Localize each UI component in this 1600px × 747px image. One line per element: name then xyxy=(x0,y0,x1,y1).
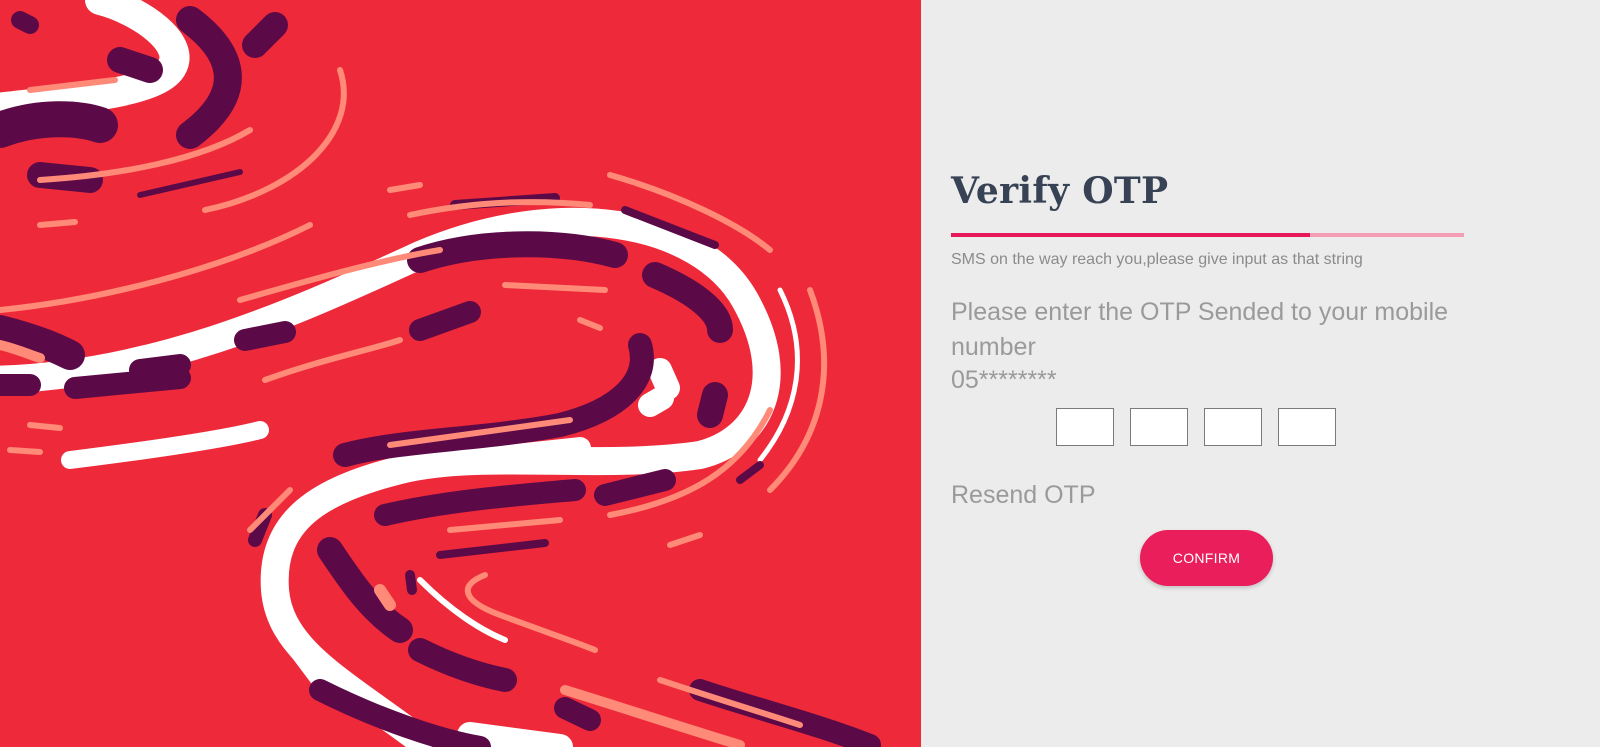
page-title: Verify OTP xyxy=(951,170,1169,212)
wave-stroke-dark xyxy=(317,537,413,643)
otp-digit-2-input[interactable] xyxy=(1130,408,1188,446)
otp-input-group xyxy=(1056,408,1336,446)
otp-digit-1-input[interactable] xyxy=(1056,408,1114,446)
otp-instruction-text: Please enter the OTP Sended to your mobi… xyxy=(951,298,1449,361)
wave-stroke-salmon xyxy=(0,222,313,313)
decorative-hero-panel xyxy=(0,0,921,747)
wave-stroke-dark xyxy=(333,333,654,467)
wave-ribbon-white xyxy=(61,421,269,469)
wave-stroke-dark xyxy=(11,11,39,34)
verify-otp-panel: Verify OTP SMS on the way reach you,plea… xyxy=(921,0,1600,747)
step-progress-bar xyxy=(951,233,1464,237)
otp-page: Verify OTP SMS on the way reach you,plea… xyxy=(0,0,1600,747)
sms-info-text: SMS on the way reach you,please give inp… xyxy=(951,251,1363,268)
otp-digit-4-input[interactable] xyxy=(1278,408,1336,446)
wave-stroke-dark xyxy=(407,231,628,273)
wave-ribbon-white xyxy=(439,437,591,473)
wave-stroke-dark xyxy=(129,354,191,381)
wave-stroke-salmon xyxy=(502,282,608,293)
wave-stroke-dark xyxy=(408,638,517,692)
wave-stroke-salmon xyxy=(262,337,403,383)
wave-stroke-salmon xyxy=(387,182,423,193)
wave-ribbon-white xyxy=(638,386,674,417)
wave-stroke-dark xyxy=(137,169,243,198)
wave-stroke-salmon xyxy=(657,677,803,728)
wave-stroke-dark xyxy=(405,570,417,595)
resend-otp-link[interactable]: Resend OTP xyxy=(951,481,1096,510)
confirm-button[interactable]: CONFIRM xyxy=(1140,530,1273,586)
abstract-wave-illustration xyxy=(0,0,881,747)
wave-ribbon-white xyxy=(648,358,680,400)
wave-stroke-dark xyxy=(0,101,118,148)
wave-stroke-dark xyxy=(64,367,191,399)
wave-stroke-dark xyxy=(594,469,676,506)
wave-stroke-dark xyxy=(736,461,764,484)
wave-stroke-salmon xyxy=(7,447,43,455)
step-progress-fill xyxy=(951,233,1311,237)
wave-stroke-salmon xyxy=(374,584,396,611)
wave-stroke-dark xyxy=(409,301,481,341)
wave-stroke-dark xyxy=(234,321,296,351)
wave-stroke-salmon xyxy=(667,532,703,548)
wave-stroke-dark xyxy=(554,697,601,731)
wave-stroke-salmon xyxy=(577,317,603,331)
wave-stroke-dark xyxy=(176,6,242,149)
wave-stroke-salmon xyxy=(27,422,63,431)
wave-stroke-dark xyxy=(642,262,733,343)
wave-stroke-dark xyxy=(697,382,728,428)
otp-digit-3-input[interactable] xyxy=(1204,408,1262,446)
wave-stroke-dark xyxy=(107,47,163,83)
wave-stroke-dark xyxy=(374,479,586,526)
masked-mobile-number: 05******** xyxy=(951,366,1057,394)
wave-stroke-salmon xyxy=(37,219,78,228)
wave-stroke-salmon xyxy=(447,517,563,533)
wave-stroke-dark xyxy=(436,539,549,559)
wave-stroke-salmon xyxy=(464,572,598,653)
wave-stroke-dark xyxy=(242,12,288,58)
